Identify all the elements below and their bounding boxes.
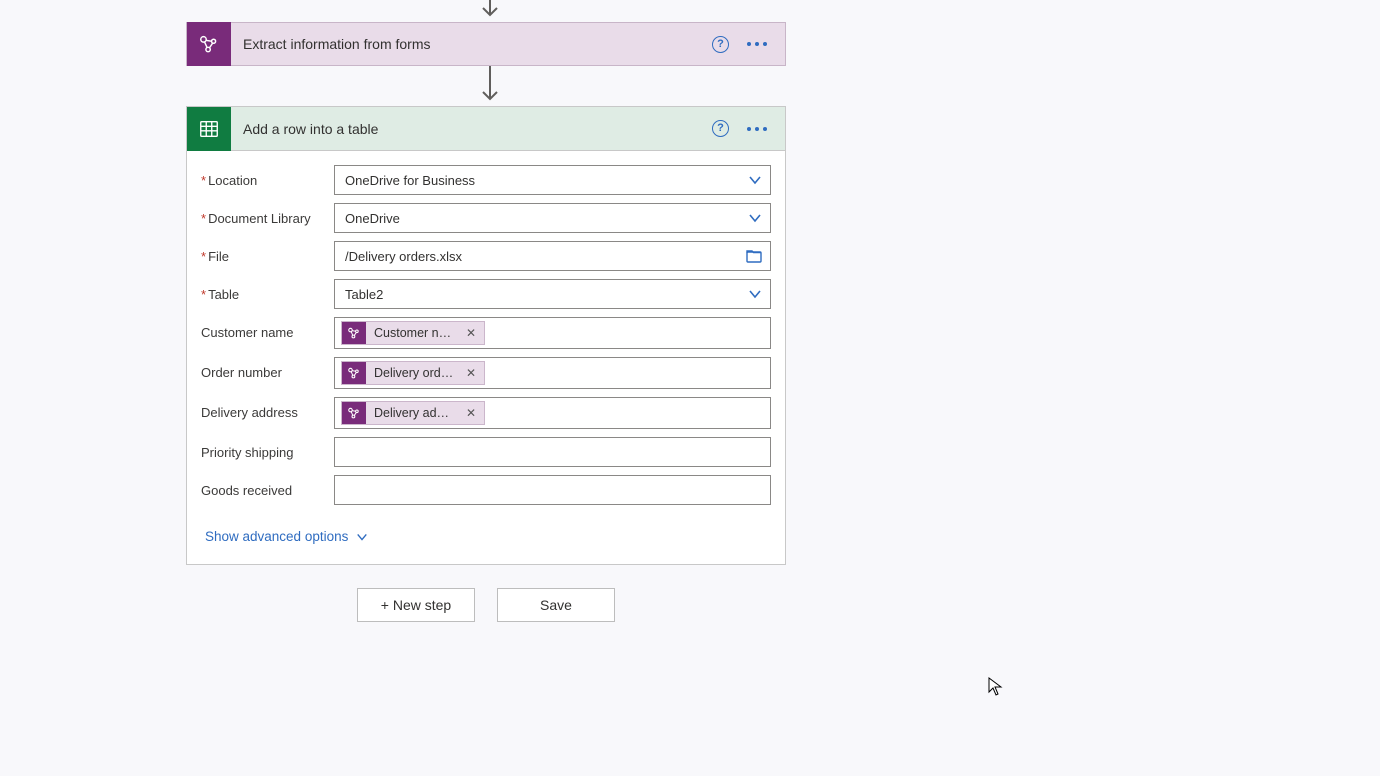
token-label: Delivery addre... bbox=[366, 406, 462, 420]
step-menu-icon[interactable] bbox=[747, 42, 767, 46]
field-location: *Location OneDrive for Business bbox=[201, 165, 771, 195]
folder-picker-icon[interactable] bbox=[746, 249, 762, 263]
new-step-button[interactable]: + New step bbox=[357, 588, 475, 622]
ai-builder-icon bbox=[342, 401, 366, 425]
priority-shipping-input[interactable] bbox=[334, 437, 771, 467]
token-remove-icon[interactable]: ✕ bbox=[462, 406, 484, 420]
field-label: File bbox=[208, 249, 229, 264]
select-value: OneDrive bbox=[345, 211, 400, 226]
help-icon[interactable]: ? bbox=[712, 36, 729, 53]
dynamic-token[interactable]: Delivery addre... ✕ bbox=[341, 401, 485, 425]
document-library-select[interactable]: OneDrive bbox=[334, 203, 771, 233]
field-label: Goods received bbox=[201, 483, 292, 498]
field-file: *File /Delivery orders.xlsx bbox=[201, 241, 771, 271]
field-priority-shipping: Priority shipping bbox=[201, 437, 771, 467]
field-label: Delivery address bbox=[201, 405, 298, 420]
button-label: + New step bbox=[381, 597, 451, 613]
token-label: Customer nam... bbox=[366, 326, 462, 340]
chevron-down-icon bbox=[748, 211, 762, 225]
select-value: Table2 bbox=[345, 287, 383, 302]
dynamic-token[interactable]: Delivery order ... ✕ bbox=[341, 361, 485, 385]
table-select[interactable]: Table2 bbox=[334, 279, 771, 309]
step-title: Add a row into a table bbox=[231, 121, 712, 137]
help-icon[interactable]: ? bbox=[712, 120, 729, 137]
excel-icon bbox=[187, 107, 231, 151]
mouse-cursor-icon bbox=[988, 677, 1004, 697]
field-goods-received: Goods received bbox=[201, 475, 771, 505]
delivery-address-input[interactable]: Delivery addre... ✕ bbox=[334, 397, 771, 429]
step-add-row-into-table: Add a row into a table ? *Location OneDr… bbox=[186, 106, 786, 565]
ai-builder-icon bbox=[342, 361, 366, 385]
token-label: Delivery order ... bbox=[366, 366, 462, 380]
field-delivery-address: Delivery address Delivery addre... ✕ bbox=[201, 397, 771, 429]
field-customer-name: Customer name Customer nam... ✕ bbox=[201, 317, 771, 349]
token-remove-icon[interactable]: ✕ bbox=[462, 326, 484, 340]
field-table: *Table Table2 bbox=[201, 279, 771, 309]
file-value: /Delivery orders.xlsx bbox=[345, 249, 462, 264]
step-title: Extract information from forms bbox=[231, 36, 712, 52]
chevron-down-icon bbox=[748, 173, 762, 187]
flow-arrow-2 bbox=[480, 66, 500, 106]
field-label: Table bbox=[208, 287, 239, 302]
button-label: Save bbox=[540, 597, 572, 613]
goods-received-input[interactable] bbox=[334, 475, 771, 505]
location-select[interactable]: OneDrive for Business bbox=[334, 165, 771, 195]
field-label: Document Library bbox=[208, 211, 311, 226]
ai-builder-icon bbox=[342, 321, 366, 345]
field-label: Priority shipping bbox=[201, 445, 294, 460]
link-label: Show advanced options bbox=[205, 529, 348, 544]
select-value: OneDrive for Business bbox=[345, 173, 475, 188]
step-menu-icon[interactable] bbox=[747, 127, 767, 131]
token-remove-icon[interactable]: ✕ bbox=[462, 366, 484, 380]
save-button[interactable]: Save bbox=[497, 588, 615, 622]
customer-name-input[interactable]: Customer nam... ✕ bbox=[334, 317, 771, 349]
step-header[interactable]: Add a row into a table ? bbox=[187, 107, 785, 151]
field-label: Location bbox=[208, 173, 257, 188]
ai-builder-icon bbox=[187, 22, 231, 66]
dynamic-token[interactable]: Customer nam... ✕ bbox=[341, 321, 485, 345]
field-label: Customer name bbox=[201, 325, 293, 340]
show-advanced-options-link[interactable]: Show advanced options bbox=[205, 529, 368, 544]
field-order-number: Order number Delivery order ... ✕ bbox=[201, 357, 771, 389]
field-document-library: *Document Library OneDrive bbox=[201, 203, 771, 233]
chevron-down-icon bbox=[748, 287, 762, 301]
flow-arrow-1 bbox=[480, 0, 500, 22]
field-label: Order number bbox=[201, 365, 282, 380]
order-number-input[interactable]: Delivery order ... ✕ bbox=[334, 357, 771, 389]
file-input[interactable]: /Delivery orders.xlsx bbox=[334, 241, 771, 271]
chevron-down-icon bbox=[356, 531, 368, 543]
step-extract-information[interactable]: Extract information from forms ? bbox=[186, 22, 786, 66]
